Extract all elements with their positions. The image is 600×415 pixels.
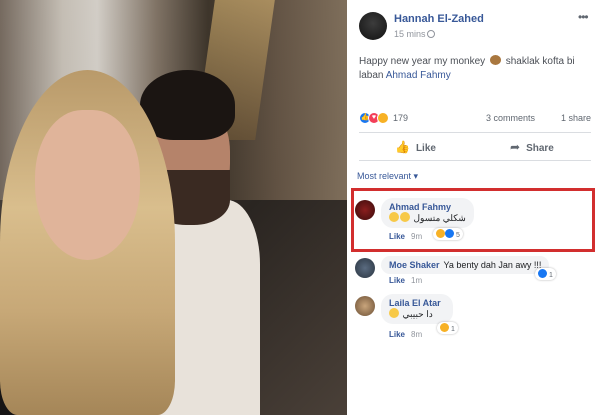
like-button[interactable]: 👍 Like — [395, 140, 436, 154]
divider — [359, 132, 591, 133]
comment-bubble: Moe Shaker Ya benty dah Jan awy !!! — [381, 256, 550, 274]
comment-time[interactable]: 8m — [411, 330, 422, 339]
comment-reaction-count: 1 — [548, 272, 553, 279]
divider — [359, 160, 591, 161]
comment-sort-dropdown[interactable]: Most relevant ▾ — [357, 171, 418, 182]
comment-author[interactable]: Laila El Atar — [389, 298, 441, 308]
post-text: Happy new year my monkey shaklak kofta b… — [359, 55, 591, 83]
post-timestamp[interactable]: 15 mins — [394, 29, 426, 39]
post-text-before: Happy new year my monkey — [359, 56, 486, 67]
share-button-label: Share — [526, 143, 554, 154]
comment-author[interactable]: Moe Shaker — [389, 260, 440, 270]
comment-item: Laila El Atar دا حبيبي Like 8m 1 — [355, 294, 595, 342]
comment-reaction-badge[interactable]: 1 — [535, 268, 556, 280]
monkey-emoji-icon — [489, 55, 501, 65]
comment-avatar[interactable] — [355, 296, 375, 316]
comment-reaction-badge[interactable]: 1 — [437, 322, 458, 334]
comment-bubble: Laila El Atar دا حبيبي — [381, 294, 453, 324]
comment-reaction-count: 1 — [450, 326, 455, 333]
author-name[interactable]: Hannah El-Zahed — [394, 13, 484, 25]
mention-link[interactable]: Ahmad Fahmy — [386, 70, 451, 81]
comment-time[interactable]: 1m — [411, 276, 422, 285]
shares-count[interactable]: 1 share — [561, 113, 591, 123]
share-arrow-icon: ➦ — [510, 140, 521, 154]
like-button-label: Like — [415, 143, 436, 154]
share-button[interactable]: ➦ Share — [510, 140, 554, 154]
comment-meta: Like 8m — [389, 330, 422, 339]
comment-like-link[interactable]: Like — [389, 276, 405, 285]
photo-woman-face — [35, 110, 140, 260]
comment-text-value: دا حبيبي — [402, 309, 433, 319]
smiling-emoji-icon — [389, 308, 399, 318]
comment-meta: Like 1m — [389, 276, 422, 285]
comment-text: Ya benty dah Jan awy !!! — [443, 260, 542, 270]
comment-highlight-box — [351, 188, 595, 252]
like-reaction-icon — [538, 269, 547, 278]
more-icon[interactable]: ••• — [578, 10, 589, 24]
comment-item: Moe Shaker Ya benty dah Jan awy !!! Like 1… — [355, 256, 595, 288]
globe-icon — [427, 30, 435, 38]
comment-avatar[interactable] — [355, 258, 375, 278]
reaction-summary[interactable]: 👍 ♥ 179 3 comments 1 share — [359, 112, 591, 126]
thumbs-up-icon: 👍 — [395, 140, 410, 154]
photo-man-hair — [140, 70, 235, 140]
post-photo[interactable] — [0, 0, 347, 415]
comments-count[interactable]: 3 comments — [486, 113, 535, 123]
comment-text: دا حبيبي — [389, 308, 445, 320]
author-avatar[interactable] — [359, 12, 387, 40]
haha-reaction-icon — [440, 323, 449, 332]
reaction-count[interactable]: 179 — [393, 113, 408, 123]
comment-like-link[interactable]: Like — [389, 330, 405, 339]
haha-reaction-icon — [377, 112, 389, 124]
